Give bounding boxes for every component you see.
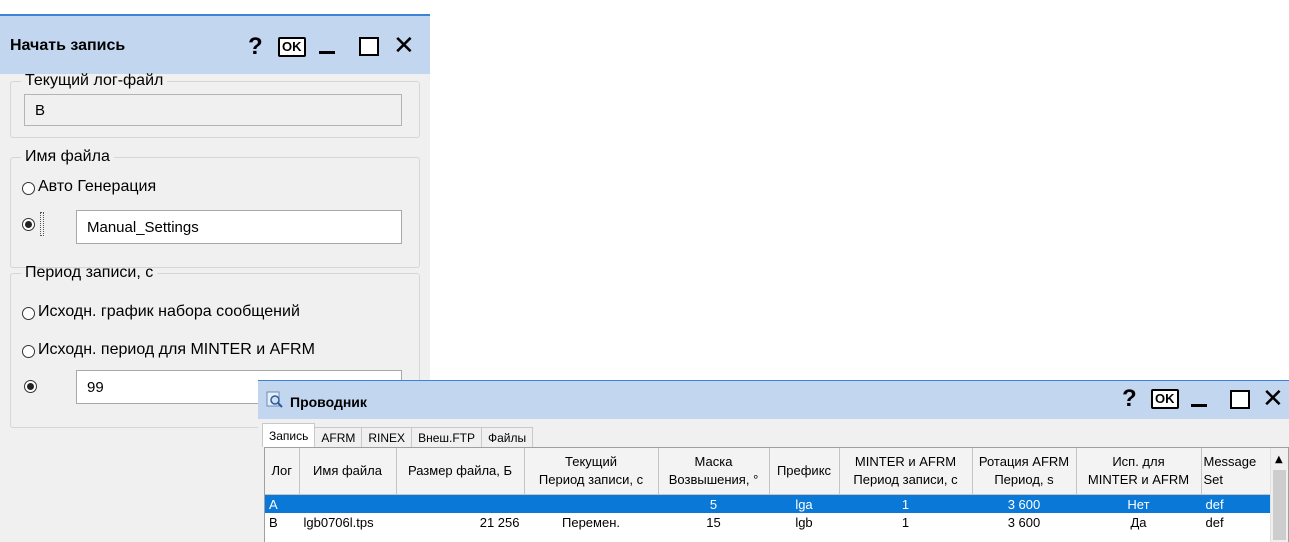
maximize-button[interactable]: [1230, 390, 1250, 409]
close-button[interactable]: ✕: [393, 32, 415, 58]
cell-minter-period: 1: [839, 494, 973, 513]
custom-period-radio[interactable]: [24, 380, 37, 393]
table-header-row: Лог Имя файла Размер файла, Б Текущий Пер…: [265, 448, 1274, 495]
cell-minter-period: 1: [839, 513, 973, 531]
minimize-button[interactable]: [316, 36, 336, 54]
cell-rotation: 3 600: [972, 513, 1077, 531]
manual-filename-radio[interactable]: [22, 218, 35, 231]
cell-size: 21 256: [396, 513, 525, 531]
minimize-button[interactable]: [1188, 389, 1208, 407]
tab-afrm[interactable]: AFRM: [314, 427, 363, 447]
auto-generation-label: Авто Генерация: [38, 178, 157, 195]
focus-indicator: [40, 212, 44, 236]
cell-rotation: 3 600: [972, 494, 1077, 513]
column-header[interactable]: Имя файла: [299, 448, 397, 495]
maximize-button[interactable]: [359, 37, 379, 56]
log-table: Лог Имя файла Размер файла, Б Текущий Пер…: [265, 448, 1274, 531]
cell-message-set: def: [1201, 494, 1274, 513]
column-header[interactable]: Лог: [265, 448, 300, 495]
cell-period: Перемен.: [524, 513, 659, 531]
cell-log: A: [265, 494, 300, 513]
cell-size: [396, 494, 525, 513]
column-header[interactable]: Ротация AFRM Период, s: [972, 448, 1077, 495]
column-header[interactable]: Текущий Период записи, с: [524, 448, 659, 495]
manual-filename-input[interactable]: [76, 210, 402, 244]
default-schedule-label: Исходн. график набора сообщений: [38, 303, 300, 320]
cell-period: [524, 494, 659, 513]
explorer-dialog: Проводник ? OK ✕ Запись AFRM RINEX Внеш.…: [258, 380, 1289, 542]
ok-button[interactable]: OK: [278, 37, 306, 57]
column-header[interactable]: MINTER и AFRM Период записи, с: [839, 448, 973, 495]
cell-mask: 5: [658, 494, 770, 513]
help-button[interactable]: ?: [248, 35, 263, 59]
tab-record[interactable]: Запись: [262, 423, 316, 447]
cell-use-for-minter: Да: [1076, 513, 1202, 531]
vertical-scrollbar[interactable]: ▲: [1270, 448, 1288, 542]
cell-prefix: lga: [769, 494, 840, 513]
period-legend: Период записи, с: [25, 264, 154, 281]
cell-log: B: [265, 513, 300, 531]
explorer-tabs: Запись AFRM RINEX Внеш.FTP Файлы: [262, 423, 534, 447]
tab-files[interactable]: Файлы: [481, 427, 534, 447]
dialog-title: Начать запись: [10, 37, 126, 54]
tab-rinex[interactable]: RINEX: [361, 427, 413, 447]
search-icon: [266, 391, 283, 408]
default-minter-period-radio[interactable]: [22, 345, 35, 358]
scrollbar-thumb[interactable]: [1273, 470, 1286, 540]
filename-group: Имя файла: [10, 148, 420, 268]
cell-use-for-minter: Нет: [1076, 494, 1202, 513]
cell-prefix: lgb: [769, 513, 840, 531]
log-table-container: Лог Имя файла Размер файла, Б Текущий Пер…: [264, 447, 1289, 542]
current-log-legend: Текущий лог-файл: [25, 72, 164, 89]
cell-filename: lgb0706l.tps: [299, 513, 397, 531]
cell-filename: [299, 494, 397, 513]
column-header[interactable]: Исп. для MINTER и AFRM: [1076, 448, 1202, 495]
scroll-up-icon[interactable]: ▲: [1275, 454, 1283, 465]
tab-external-ftp[interactable]: Внеш.FTP: [411, 427, 482, 447]
auto-generation-radio[interactable]: [22, 182, 35, 195]
default-schedule-radio[interactable]: [22, 307, 35, 320]
column-header[interactable]: Размер файла, Б: [396, 448, 525, 495]
default-minter-period-label: Исходн. период для MINTER и AFRM: [38, 341, 315, 358]
column-header[interactable]: Message Set: [1201, 448, 1274, 495]
help-button[interactable]: ?: [1122, 387, 1137, 411]
table-row[interactable]: A 5 lga 1 3 600 Нет def: [265, 494, 1274, 513]
close-button[interactable]: ✕: [1262, 385, 1284, 411]
explorer-title: Проводник: [290, 394, 367, 410]
column-header[interactable]: Префикс: [769, 448, 840, 495]
dialog-titlebar[interactable]: Начать запись ? OK ✕: [0, 16, 430, 74]
filename-legend: Имя файла: [25, 148, 110, 165]
current-log-field: B: [24, 94, 402, 126]
explorer-titlebar[interactable]: Проводник ? OK ✕: [258, 381, 1289, 419]
ok-button[interactable]: OK: [1151, 389, 1179, 409]
cell-message-set: def: [1201, 513, 1274, 531]
cell-mask: 15: [658, 513, 770, 531]
column-header[interactable]: Маска Возвышения, °: [658, 448, 770, 495]
table-row[interactable]: B lgb0706l.tps 21 256 Перемен. 15 lgb 1 …: [265, 513, 1274, 531]
